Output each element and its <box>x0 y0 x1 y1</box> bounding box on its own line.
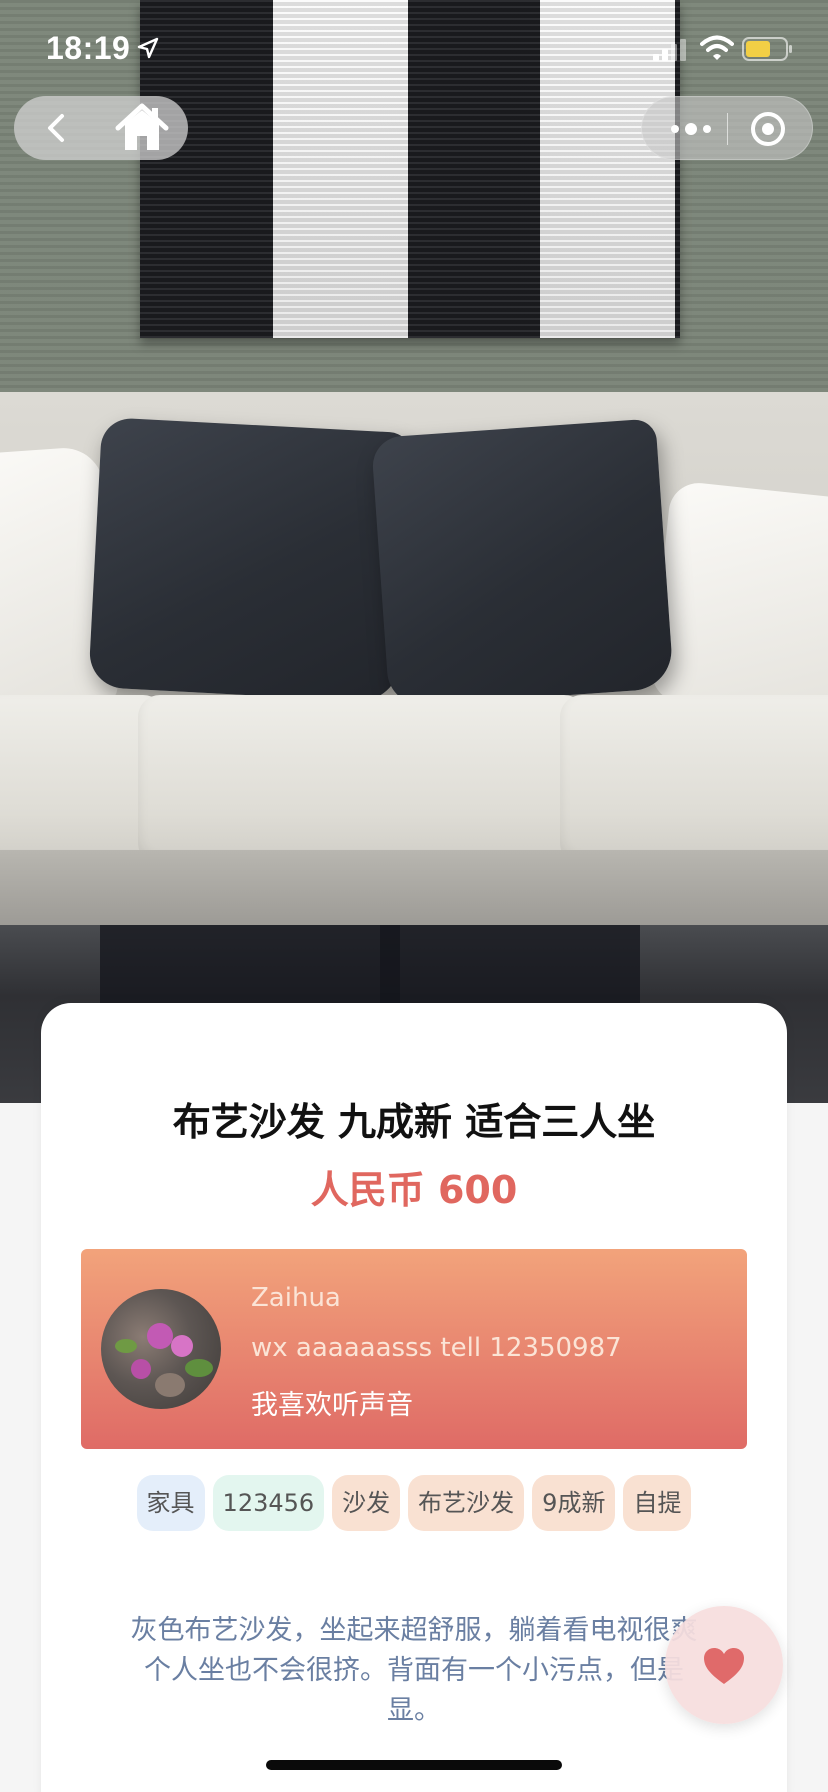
avatar-detail <box>147 1323 173 1349</box>
wifi-icon <box>700 35 734 60</box>
description-line: 灰色布艺沙发，坐起来超舒服，躺着看电视很爽 <box>130 1615 698 1646</box>
close-target-icon[interactable] <box>748 109 788 149</box>
seat-cushion <box>138 695 586 865</box>
seller-name: Zaihua <box>251 1283 341 1313</box>
status-bar: 18:19 <box>0 0 828 96</box>
avatar[interactable] <box>101 1289 221 1409</box>
seller-card[interactable]: Zaihua wx aaaaaasss tell 12350987 我喜欢听声音 <box>81 1249 747 1449</box>
heart-icon <box>704 1648 744 1684</box>
tag-chip[interactable]: 布艺沙发 <box>408 1475 525 1531</box>
avatar-detail <box>155 1373 185 1397</box>
product-title: 布艺沙发 九成新 适合三人坐 <box>172 1100 656 1144</box>
back-icon[interactable] <box>36 108 76 148</box>
battery-icon <box>742 37 792 61</box>
tag-chip[interactable]: 家具 <box>136 1475 205 1531</box>
more-dots-icon[interactable] <box>662 109 720 149</box>
location-arrow-icon <box>137 37 159 59</box>
seller-contact: wx aaaaaasss tell 12350987 <box>251 1333 622 1363</box>
signal-icon <box>653 39 686 61</box>
nav-capsule-right <box>641 96 813 160</box>
avatar-detail <box>131 1359 151 1379</box>
tag-chip[interactable]: 9成新 <box>532 1475 616 1531</box>
tag-chip[interactable]: 123456 <box>212 1475 325 1531</box>
tag-list: 家具 123456 沙发 布艺沙发 9成新 自提 <box>41 1475 787 1531</box>
seller-bio: 我喜欢听声音 <box>251 1390 413 1421</box>
dark-pillow <box>370 418 675 708</box>
home-icon[interactable] <box>114 102 170 154</box>
tag-chip[interactable]: 沙发 <box>332 1475 401 1531</box>
product-price: 人民币 600 <box>310 1168 518 1212</box>
product-detail-page: 18:19 布艺沙发 九成新 适合三人坐 人民币 600 Zaihua wx a… <box>0 0 828 1792</box>
avatar-detail <box>115 1339 137 1353</box>
nav-divider <box>727 113 728 145</box>
product-photo[interactable] <box>0 0 828 1103</box>
avatar-detail <box>185 1359 213 1377</box>
tag-chip[interactable]: 自提 <box>623 1475 692 1531</box>
sofa-base <box>0 850 828 925</box>
like-button[interactable] <box>665 1606 783 1724</box>
product-description: 灰色布艺沙发，坐起来超舒服，躺着看电视很爽 个人坐也不会很挤。背面有一个小污点，… <box>81 1611 747 1731</box>
avatar-detail <box>171 1335 193 1357</box>
description-line: 显。 <box>387 1695 441 1726</box>
home-indicator <box>266 1760 562 1770</box>
seat-cushion <box>560 695 828 865</box>
description-line: 个人坐也不会很挤。背面有一个小污点，但是 <box>144 1655 684 1686</box>
nav-capsule-left <box>14 96 188 160</box>
status-time: 18:19 <box>46 30 131 66</box>
white-pillow <box>649 480 828 720</box>
dark-pillow <box>88 417 412 703</box>
